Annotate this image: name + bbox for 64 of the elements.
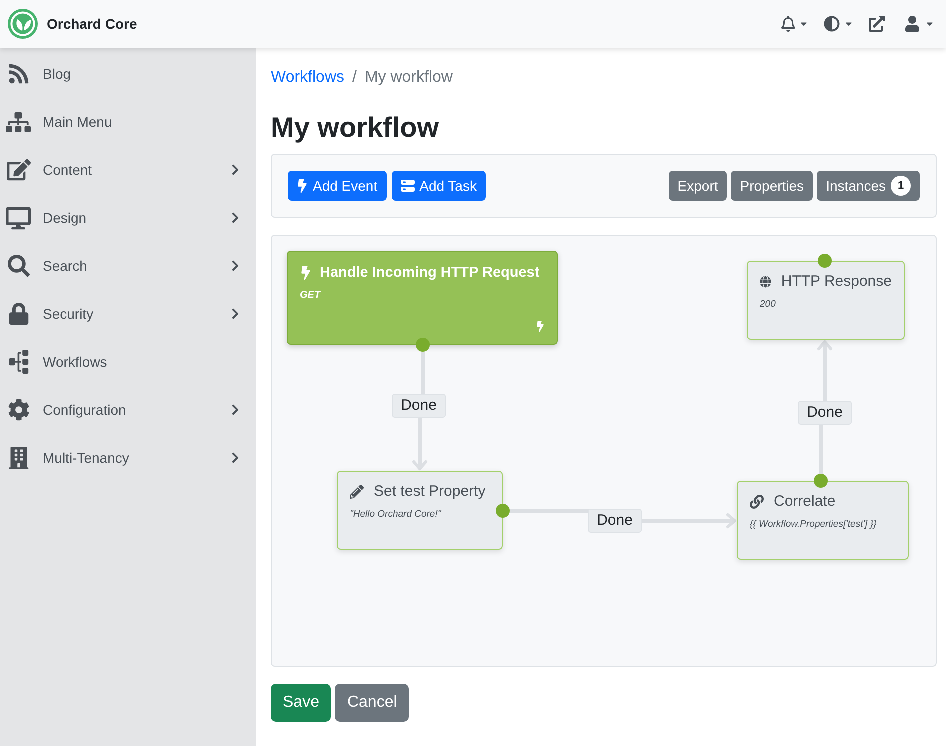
sitemap-icon	[6, 110, 31, 134]
sidebar-item[interactable]: Content	[0, 146, 256, 194]
toolbar-button[interactable]: Properties	[731, 171, 814, 201]
globe-icon	[760, 275, 772, 289]
add-task-button[interactable]: Add Task	[392, 171, 486, 201]
add-event-button[interactable]: Add Event	[288, 171, 387, 201]
sidebar-item[interactable]: Workflows	[0, 338, 256, 386]
save-button[interactable]: Save	[271, 684, 332, 722]
bolt-icon	[300, 266, 312, 280]
breadcrumb-link[interactable]: Workflows	[271, 66, 344, 90]
activity-detail: 200	[760, 298, 776, 312]
activity-node[interactable]: HTTP Response 200	[747, 261, 905, 340]
bell-icon	[781, 16, 796, 32]
sidebar-item[interactable]: Multi-Tenancy	[0, 434, 256, 482]
rss-icon	[8, 63, 30, 85]
stacked-bars-icon	[400, 180, 415, 192]
external-link-icon	[869, 16, 885, 32]
contrast-icon	[824, 16, 840, 32]
breadcrumb-current: My workflow	[364, 68, 453, 88]
activity-node[interactable]: Set test Property "Hello Orchard Core!"	[337, 471, 503, 550]
search-icon	[8, 255, 30, 277]
building-icon	[8, 447, 30, 469]
count-badge: 1	[891, 176, 911, 196]
activity-detail: GET	[300, 289, 321, 303]
brand-name: Orchard Core	[47, 14, 138, 34]
page-title: My workflow	[271, 111, 440, 145]
notifications-menu-button[interactable]	[781, 16, 808, 32]
endpoint-icon[interactable]	[818, 254, 832, 268]
activity-title: Correlate	[774, 492, 836, 512]
pencil-icon	[350, 485, 364, 499]
activity-title: Set test Property	[374, 482, 486, 502]
activity-title: HTTP Response	[781, 272, 892, 292]
user-icon	[905, 16, 920, 32]
bolt-icon	[297, 179, 308, 193]
connection-label: Done	[588, 509, 642, 533]
settings-icon	[8, 399, 30, 421]
sidebar-item[interactable]: Main Menu	[0, 98, 256, 146]
diagram-icon	[6, 350, 30, 374]
cancel-button[interactable]: Cancel	[335, 684, 410, 722]
user-menu-button[interactable]	[905, 16, 934, 32]
toolbar-button[interactable]: Instances 1	[817, 171, 920, 201]
sidebar-item[interactable]: Design	[0, 194, 256, 242]
external-link-button[interactable]	[869, 16, 885, 32]
link-icon	[750, 495, 764, 509]
activity-detail: {{ Workflow.Properties['test'] }}	[750, 518, 877, 532]
breadcrumb-separator: /	[352, 68, 358, 88]
activity-node[interactable]: Correlate {{ Workflow.Properties['test'] }}	[737, 481, 909, 560]
endpoint-icon[interactable]	[496, 504, 510, 518]
toolbar-button[interactable]: Export	[668, 171, 728, 201]
connection-label: Done	[798, 401, 852, 425]
sidebar-item[interactable]: Security	[0, 290, 256, 338]
bolt-icon	[536, 321, 545, 332]
endpoint-icon[interactable]	[814, 474, 828, 488]
lock-icon	[8, 303, 30, 325]
sidebar-item[interactable]: Configuration	[0, 386, 256, 434]
sidebar-item[interactable]: Search	[0, 242, 256, 290]
activity-detail: "Hello Orchard Core!"	[350, 508, 442, 522]
theme-menu-button[interactable]	[824, 16, 853, 32]
connection-label: Done	[392, 394, 446, 418]
activity-title: Handle Incoming HTTP Request	[320, 264, 540, 283]
monitor-icon	[6, 206, 31, 230]
logo-icon	[8, 9, 38, 39]
edit-icon	[6, 158, 30, 182]
sidebar-item[interactable]: Blog	[0, 50, 256, 98]
